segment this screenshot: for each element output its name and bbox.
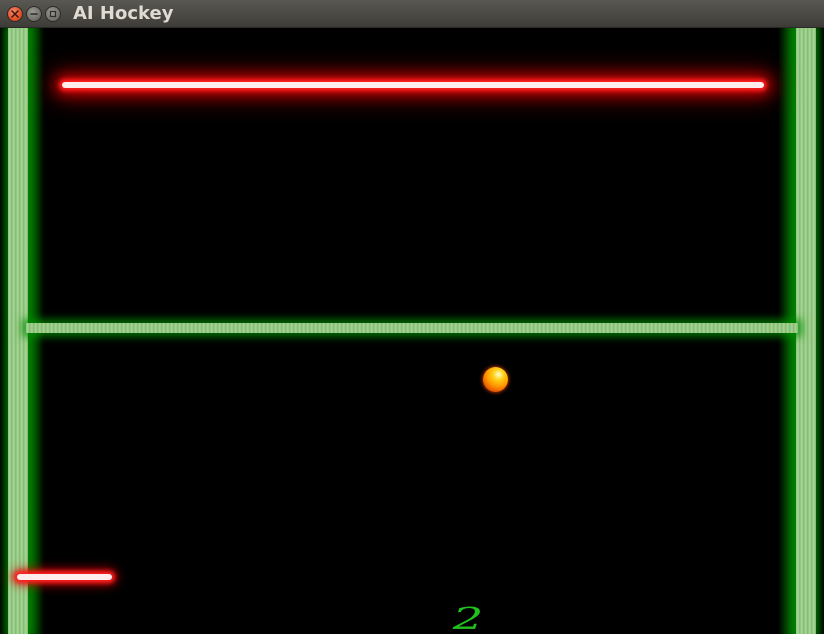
game-canvas[interactable]: 2 (0, 28, 824, 634)
right-wall (796, 28, 816, 634)
title-bar[interactable]: AI Hockey (0, 0, 824, 28)
score-display: 2 (452, 602, 484, 634)
center-line (26, 323, 798, 333)
left-wall (8, 28, 28, 634)
puck (483, 367, 508, 392)
minimize-button[interactable] (26, 6, 42, 22)
close-icon (11, 10, 19, 18)
minimize-icon (30, 13, 38, 15)
app-window: AI Hockey 2 (0, 0, 824, 634)
window-title: AI Hockey (73, 3, 174, 24)
maximize-button[interactable] (45, 6, 61, 22)
close-button[interactable] (7, 6, 23, 22)
player-paddle[interactable] (17, 574, 112, 580)
maximize-icon (49, 10, 57, 18)
opponent-paddle (62, 82, 764, 88)
